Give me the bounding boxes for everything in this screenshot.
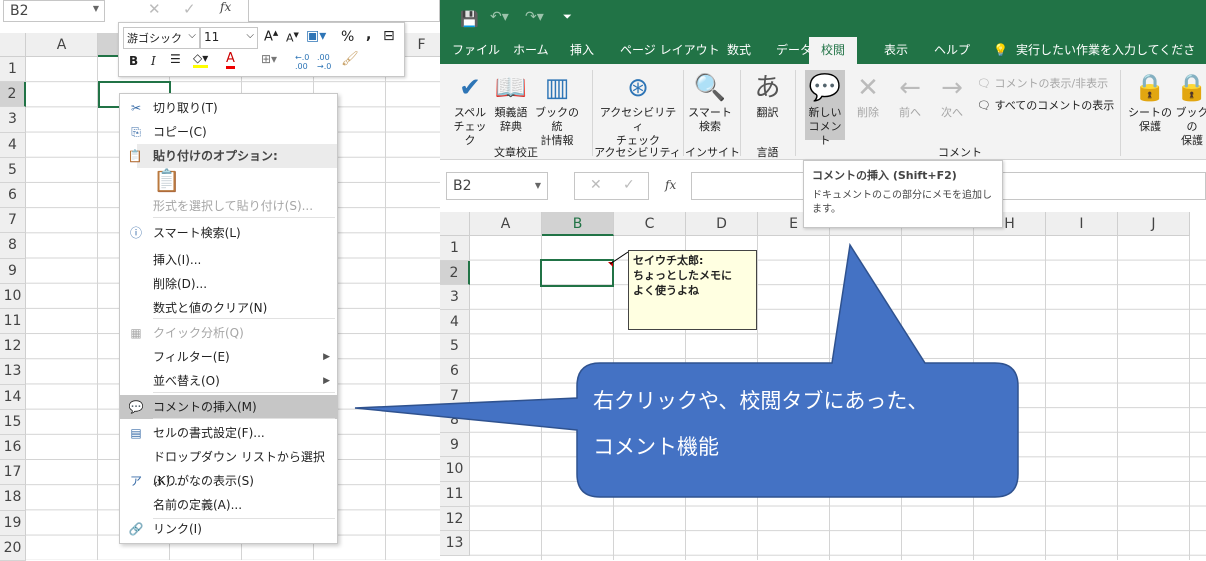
callout-line: コメント機能 [593, 435, 719, 459]
callout-text: 右クリックや、校閲タブにあった、 コメント機能 [593, 378, 1013, 470]
callout-shape [354, 242, 1019, 498]
callout-line: 右クリックや、校閲タブにあった、 [593, 389, 929, 413]
